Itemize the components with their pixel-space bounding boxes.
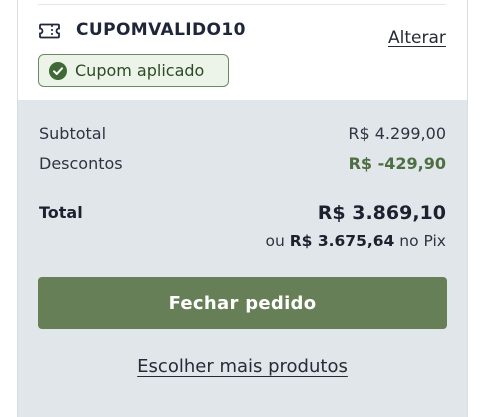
coupon-applied-badge: Cupom aplicado (38, 54, 229, 87)
divider (38, 4, 446, 5)
order-summary: Subtotal R$ 4.299,00 Descontos R$ -429,9… (18, 100, 467, 417)
subtotal-label: Subtotal (39, 124, 107, 143)
pix-prefix: ou (265, 232, 285, 250)
coupon-section: CUPOMVALIDO10 Alterar Cupom aplicado (18, 0, 467, 100)
coupon-code: CUPOMVALIDO10 (76, 20, 246, 40)
coupon-applied-label: Cupom aplicado (75, 61, 205, 80)
total-value: R$ 3.869,10 (317, 202, 446, 224)
choose-more-products-link[interactable]: Escolher mais produtos (18, 356, 467, 377)
subtotal-value: R$ 4.299,00 (348, 124, 446, 143)
checkout-button[interactable]: Fechar pedido (38, 277, 447, 329)
total-label: Total (39, 203, 83, 222)
check-circle-icon (49, 61, 67, 80)
pix-price: ou R$ 3.675,64 no Pix (265, 232, 446, 250)
cart-summary-panel: CUPOMVALIDO10 Alterar Cupom aplicado Sub… (17, 0, 468, 417)
discounts-label: Descontos (39, 154, 123, 173)
discounts-value: R$ -429,90 (348, 154, 446, 173)
change-coupon-link[interactable]: Alterar (388, 28, 446, 48)
ticket-icon (39, 23, 60, 39)
pix-value: R$ 3.675,64 (289, 232, 395, 250)
pix-suffix: no Pix (399, 232, 446, 250)
